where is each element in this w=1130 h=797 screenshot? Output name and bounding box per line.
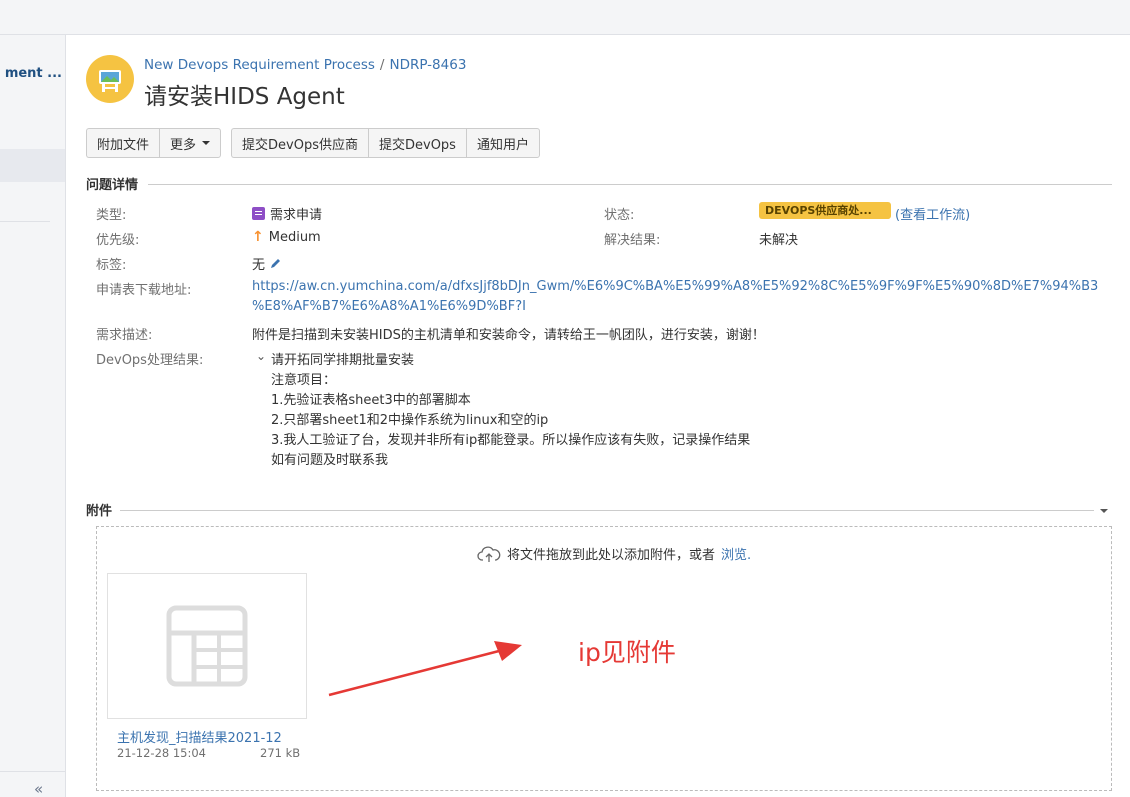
details-heading-rule xyxy=(148,184,1112,185)
attachment-file-name[interactable]: 主机发现_扫描结果2021-12 xyxy=(117,727,282,746)
annotation-arrow xyxy=(328,641,522,697)
cloud-upload-icon xyxy=(477,546,501,562)
result-line: 2.只部署sheet1和2中操作系统为linux和空的ip xyxy=(271,413,549,428)
issue-toolbar: 附加文件 更多 提交DevOps供应商 提交DevOps 通知用户 xyxy=(86,128,550,158)
status-label: 状态: xyxy=(604,208,635,223)
type-value: 需求申请 xyxy=(252,204,322,223)
dropzone-message: 将文件拖放到此处以添加附件，或者 浏览. xyxy=(477,544,751,563)
breadcrumb-issue-key[interactable]: NDRP-8463 xyxy=(389,57,466,73)
issue-view: New Devops Requirement Process / NDRP-8463… xyxy=(66,35,1130,797)
more-button-label: 更多 xyxy=(170,137,197,153)
type-label: 类型: xyxy=(96,208,127,223)
attachments-options-chevron-icon[interactable] xyxy=(1100,509,1108,513)
top-bar xyxy=(0,0,1130,35)
devops-result-label: DevOps处理结果: xyxy=(96,353,204,368)
sidebar-collapse-button[interactable]: « xyxy=(34,780,43,797)
sidebar-bottom-divider xyxy=(0,771,65,772)
chevron-down-icon xyxy=(202,141,211,145)
status-lozenge[interactable]: DEVOPS供应商处... xyxy=(759,202,891,219)
details-heading-label: 问题详情 xyxy=(86,177,139,193)
description-label: 需求描述: xyxy=(96,328,153,343)
labels-value: 无 xyxy=(252,254,282,273)
edit-pencil-icon[interactable] xyxy=(269,257,282,270)
issue-title[interactable]: 请安装HIDS Agent xyxy=(144,77,345,111)
browse-link[interactable]: 浏览. xyxy=(721,544,751,563)
result-line: 注意项目： xyxy=(271,373,337,388)
spreadsheet-file-icon xyxy=(166,605,248,687)
dropzone-text: 将文件拖放到此处以添加附件，或者 xyxy=(507,548,716,563)
project-sidebar: ment ... « xyxy=(0,35,66,797)
labels-label: 标签: xyxy=(96,258,127,273)
attachments-heading-rule xyxy=(120,510,1094,511)
breadcrumb-separator: / xyxy=(379,57,385,73)
resolution-value: 未解决 xyxy=(759,233,799,248)
priority-value-text: Medium xyxy=(268,229,321,245)
priority-label: 优先级: xyxy=(96,233,140,248)
result-line: 3.我人工验证了台，发现并非所有ip都能登录。所以操作应该有失败，记录操作结果 xyxy=(271,433,751,448)
attachment-file-size: 271 kB xyxy=(260,746,301,760)
priority-up-arrow-icon: ↑ xyxy=(252,229,264,245)
priority-value: ↑ Medium xyxy=(252,229,321,245)
breadcrumb: New Devops Requirement Process / NDRP-8463 xyxy=(144,57,466,73)
details-heading[interactable]: 问题详情 xyxy=(86,175,139,193)
result-line: 请开拓同学排期批量安装 xyxy=(271,353,415,368)
requirement-type-icon xyxy=(252,207,265,220)
sidebar-divider xyxy=(0,221,50,222)
labels-value-text: 无 xyxy=(252,258,266,273)
attach-files-button[interactable]: 附加文件 xyxy=(86,128,160,158)
attachment-file-date: 21-12-28 15:04 xyxy=(117,746,206,760)
sidebar-item-active[interactable] xyxy=(0,149,65,182)
type-value-text: 需求申请 xyxy=(270,208,323,223)
result-expand-chevron-icon[interactable]: ⌄ xyxy=(256,349,266,363)
annotation-text: ip见附件 xyxy=(578,638,676,667)
description-value: 附件是扫描到未安装HIDS的主机清单和安装命令，请转给王一帆团队，进行安装，谢谢… xyxy=(252,328,765,343)
result-line: 如有问题及时联系我 xyxy=(271,453,389,468)
resolution-label: 解决结果: xyxy=(604,233,661,248)
result-line: 1.先验证表格sheet3中的部署脚本 xyxy=(271,393,471,408)
project-avatar-icon[interactable] xyxy=(86,55,134,103)
download-url-line2[interactable]: %E8%AF%B7%E6%A8%A1%E6%9D%BF?I xyxy=(252,299,526,314)
breadcrumb-project-link[interactable]: New Devops Requirement Process xyxy=(144,57,375,73)
submit-vendor-button[interactable]: 提交DevOps供应商 xyxy=(231,128,368,158)
view-workflow-link[interactable]: (查看工作流) xyxy=(895,204,970,223)
download-url-label: 申请表下载地址: xyxy=(96,283,192,298)
download-url-line1[interactable]: https://aw.cn.yumchina.com/a/dfxsJjf8bDJ… xyxy=(252,279,1098,294)
attachments-heading-label: 附件 xyxy=(86,503,113,519)
attachments-heading[interactable]: 附件 xyxy=(86,501,113,519)
attachment-thumbnail[interactable] xyxy=(107,573,307,719)
more-button[interactable]: 更多 xyxy=(159,128,222,158)
submit-devops-button[interactable]: 提交DevOps xyxy=(368,128,466,158)
sidebar-project-name[interactable]: ment ... xyxy=(0,66,62,81)
notify-user-button[interactable]: 通知用户 xyxy=(465,128,540,158)
